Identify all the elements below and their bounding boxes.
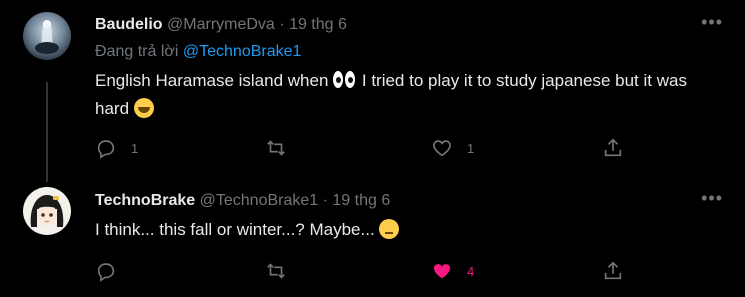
like-count: 1 [467, 140, 475, 156]
like-button[interactable]: 4 [431, 259, 474, 283]
reply-icon [97, 140, 115, 159]
tweet-date[interactable]: 19 thg 6 [289, 16, 347, 33]
reply-count: 1 [131, 140, 139, 156]
avatar-technobrake-image [23, 187, 71, 235]
like-button[interactable]: 1 [431, 136, 474, 160]
share-icon [604, 138, 622, 157]
more-dots-icon: ••• [701, 12, 723, 32]
tweet-technobrake[interactable]: TechnoBrake @TechnoBrake1 · 19 thg 6 •••… [0, 172, 745, 297]
like-count: 4 [467, 263, 475, 279]
tweet-baudelio[interactable]: Baudelio @MarrymeDva · 19 thg 6 ••• Đang… [0, 0, 745, 182]
retweet-button[interactable] [265, 136, 301, 160]
tweet-text: English Haramase island when I tried to … [95, 67, 695, 123]
tweet-date[interactable]: 19 thg 6 [332, 192, 390, 209]
share-button[interactable] [602, 136, 624, 160]
retweet-icon [267, 263, 285, 279]
thread-connector-line [46, 82, 48, 182]
replying-to-line: Đang trả lời @TechnoBrake1 [95, 43, 301, 61]
replying-to-handle-link[interactable]: @TechnoBrake1 [183, 43, 302, 60]
author-handle[interactable]: @MarrymeDva [167, 16, 275, 33]
tweet-header: TechnoBrake @TechnoBrake1 · 19 thg 6 [95, 192, 390, 210]
reply-button[interactable] [95, 259, 131, 283]
avatar-baudelio-image [23, 12, 71, 60]
thinking-emoji [379, 219, 400, 239]
tweet-text-body: I think... this fall or winter...? Maybe… [95, 220, 375, 239]
reply-button[interactable]: 1 [95, 136, 138, 160]
reply-icon [97, 263, 115, 282]
tweet-header: Baudelio @MarrymeDva · 19 thg 6 [95, 16, 347, 34]
tweet-text: I think... this fall or winter...? Maybe… [95, 216, 695, 244]
more-options-button[interactable]: ••• [701, 12, 723, 33]
replying-to-label: Đang trả lời [95, 43, 179, 60]
separator-dot: · [322, 192, 328, 209]
author-name[interactable]: Baudelio [95, 16, 163, 33]
more-options-button[interactable]: ••• [701, 188, 723, 209]
retweet-button[interactable] [265, 259, 301, 283]
tweet-actions: 1 1 [95, 136, 635, 160]
tweet-actions: 4 [95, 259, 635, 283]
author-name[interactable]: TechnoBrake [95, 192, 195, 209]
share-button[interactable] [602, 259, 624, 283]
heart-filled-icon [433, 264, 451, 279]
tweet-text-part1: English Haramase island when [95, 71, 329, 90]
separator-dot: · [279, 16, 285, 33]
more-dots-icon: ••• [701, 188, 723, 208]
heart-icon [433, 140, 451, 157]
retweet-icon [267, 140, 285, 156]
avatar-baudelio[interactable] [23, 12, 71, 60]
rolling-laughing-emoji [133, 98, 154, 118]
eyes-emoji [333, 70, 357, 90]
avatar-technobrake[interactable] [23, 187, 71, 235]
author-handle[interactable]: @TechnoBrake1 [200, 192, 319, 209]
share-icon [604, 261, 622, 280]
